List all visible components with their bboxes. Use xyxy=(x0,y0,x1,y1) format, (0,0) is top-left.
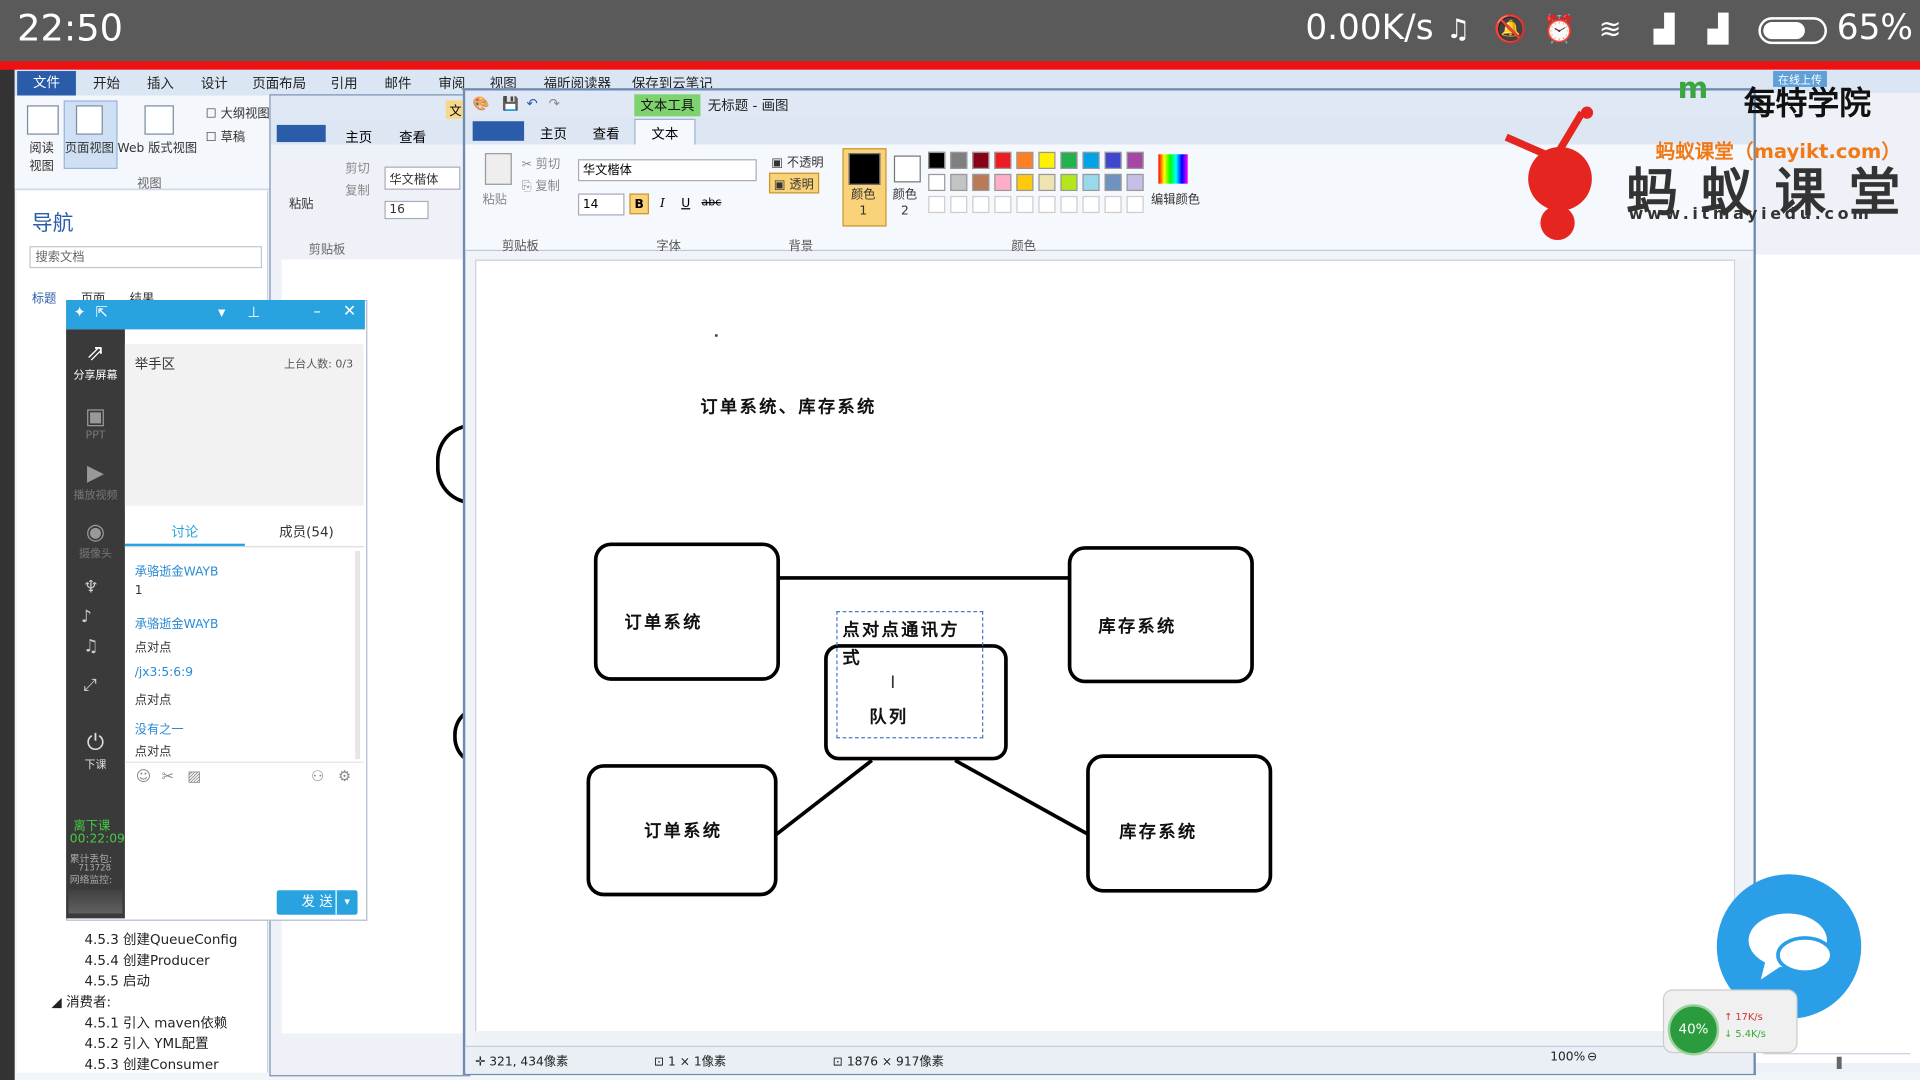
upload-button[interactable]: 在线上传 xyxy=(1773,71,1827,87)
zoom-level: 100% xyxy=(1550,1050,1586,1065)
connector-line xyxy=(954,758,1089,836)
cursor-position-value: 321, 434像素 xyxy=(489,1055,569,1069)
inventory-system-label-bottom: 库存系统 xyxy=(1119,822,1198,843)
cursor-position: ✛ 321, 434像素 xyxy=(475,1055,569,1069)
selection-size-value: 1 × 1像素 xyxy=(668,1055,727,1069)
word-zoom-bar xyxy=(1763,1053,1911,1071)
order-system-label-bottom: 订单系统 xyxy=(644,821,723,842)
upload-speed: ↑ 17K/s xyxy=(1724,1011,1763,1023)
network-percent[interactable]: 40% xyxy=(1667,1004,1720,1056)
canvas-size-value: 1876 × 917像素 xyxy=(846,1055,944,1069)
ant-logo-icon xyxy=(1504,106,1594,241)
zoom-slider-thumb[interactable] xyxy=(1836,1056,1842,1069)
download-speed-value: 5.4K/s xyxy=(1735,1028,1766,1040)
selection-size: ⊡ 1 × 1像素 xyxy=(653,1055,727,1069)
zoom-out-icon[interactable]: ⊖ xyxy=(1587,1051,1597,1064)
queue-label: 队列 xyxy=(869,707,909,728)
logo-url: www.itmayiedu.com xyxy=(1628,205,1873,225)
upload-speed-value: 17K/s xyxy=(1735,1011,1763,1023)
logo-mark: m xyxy=(1677,71,1709,106)
inventory-system-label-top: 库存系统 xyxy=(1098,617,1177,637)
text-cursor-icon: I xyxy=(890,673,896,694)
canvas-size: ⊡ 1876 × 917像素 xyxy=(832,1055,944,1069)
queue-caption-line1: 点对点通讯方 xyxy=(842,620,961,641)
download-speed: ↓ 5.4K/s xyxy=(1724,1028,1766,1040)
order-system-label-top: 订单系统 xyxy=(624,613,703,634)
diagram-heading: 订单系统、库存系统 xyxy=(700,397,877,418)
connector-line xyxy=(772,758,873,838)
queue-caption-line2: 式 xyxy=(842,648,863,669)
